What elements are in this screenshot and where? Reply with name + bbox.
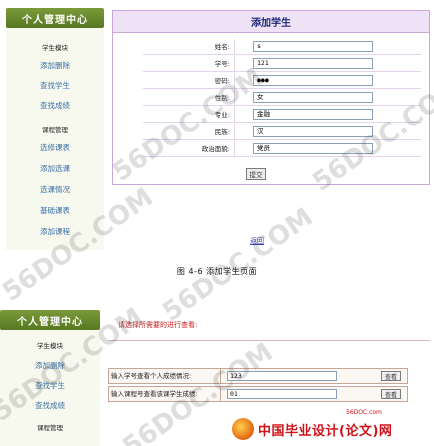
form-row-name: 姓名: s [143, 39, 421, 55]
brand-url: 56DOC.com [346, 409, 382, 416]
view-course-grades-button[interactable]: 查看 [381, 389, 401, 399]
brand-text: 中国毕业设计(论文)网 [258, 423, 393, 439]
divider [108, 340, 430, 341]
sidebar-category-student: 学生模块 [42, 44, 68, 52]
sidebar-item-find-grades[interactable]: 查找成绩 [6, 100, 104, 111]
sidebar-item-find-grades[interactable]: 查找成绩 [0, 400, 100, 411]
sidebar-category-course: 课程管理 [37, 424, 63, 432]
brand-banner: 中国毕业设计(论文)网 [232, 416, 432, 442]
return-link[interactable]: 返回 [250, 236, 264, 246]
name-input[interactable]: s [253, 41, 373, 52]
query-notice: 请选择所需要的进行查看: [118, 321, 198, 329]
form-row-political: 政治面貌: 党员 [143, 141, 421, 157]
add-student-form: 添加学生 姓名: s 学号: 121 密码: ●●● 性别: 女 专业: 金融 … [112, 10, 430, 185]
figure-caption: 图 4-6 添加学生页面 [176, 267, 258, 276]
submit-button[interactable]: 提交 [246, 168, 266, 180]
form-row-password: 密码: ●●● [143, 73, 421, 89]
field-label: 政治面貌: [143, 141, 235, 157]
form-row-major: 专业: 金融 [143, 107, 421, 123]
sidebar-item-add-delete[interactable]: 添加删除 [0, 360, 100, 371]
sidebar-item-elective-status[interactable]: 选课情况 [6, 184, 104, 195]
form-row-ethnicity: 民族: 汉 [143, 124, 421, 140]
sidebar-item-add-course[interactable]: 添加课程 [6, 226, 104, 237]
query-row-student-grades: 输入学号查看个人成绩情况: 123 查看 [108, 368, 408, 384]
field-label: 学号: [143, 56, 235, 72]
view-student-grades-button[interactable]: 查看 [381, 371, 401, 381]
form-row-student-id: 学号: 121 [143, 56, 421, 72]
query-label: 输入课程号查看该课学生成绩: [111, 387, 221, 401]
sidebar-item-find-student[interactable]: 查找学生 [6, 80, 104, 91]
student-id-input[interactable]: 121 [253, 58, 373, 69]
password-input[interactable]: ●●● [253, 75, 373, 86]
field-label: 性别: [143, 90, 235, 106]
sidebar-item-add-delete[interactable]: 添加删除 [6, 60, 104, 71]
gender-input[interactable]: 女 [253, 92, 373, 103]
form-row-gender: 性别: 女 [143, 90, 421, 106]
major-input[interactable]: 金融 [253, 109, 373, 120]
sidebar-item-find-student[interactable]: 查找学生 [0, 380, 100, 391]
sidebar-item-basic-table[interactable]: 基础课表 [6, 205, 104, 216]
political-status-input[interactable]: 党员 [253, 143, 373, 154]
sidebar-item-add-elective[interactable]: 添加选课 [6, 163, 104, 174]
field-label: 密码: [143, 73, 235, 89]
sidebar-category-student: 学生模块 [37, 342, 63, 350]
sidebar: 个人管理中心 学生模块 添加删除 查找学生 查找成绩 课程管理 选修课表 添加选… [6, 8, 104, 250]
form-title: 添加学生 [113, 11, 429, 33]
field-label: 民族: [143, 124, 235, 140]
field-label: 姓名: [143, 39, 235, 55]
sidebar-title: 个人管理中心 [6, 8, 104, 28]
student-id-query-input[interactable]: 123 [227, 371, 337, 381]
sidebar-category-course: 课程管理 [42, 126, 68, 134]
field-label: 专业: [143, 107, 235, 123]
bottom-sidebar: 学生模块 添加删除 查找学生 查找成绩 课程管理 [0, 330, 100, 446]
ethnicity-input[interactable]: 汉 [253, 126, 373, 137]
bottom-sidebar-title: 个人管理中心 [0, 310, 100, 330]
sidebar-item-elective-table[interactable]: 选修课表 [6, 142, 104, 153]
query-row-course-grades: 输入课程号查看该课学生成绩: 01 查看 [108, 386, 408, 402]
brand-logo-icon [232, 418, 254, 440]
query-label: 输入学号查看个人成绩情况: [111, 369, 221, 383]
course-id-query-input[interactable]: 01 [227, 389, 337, 399]
